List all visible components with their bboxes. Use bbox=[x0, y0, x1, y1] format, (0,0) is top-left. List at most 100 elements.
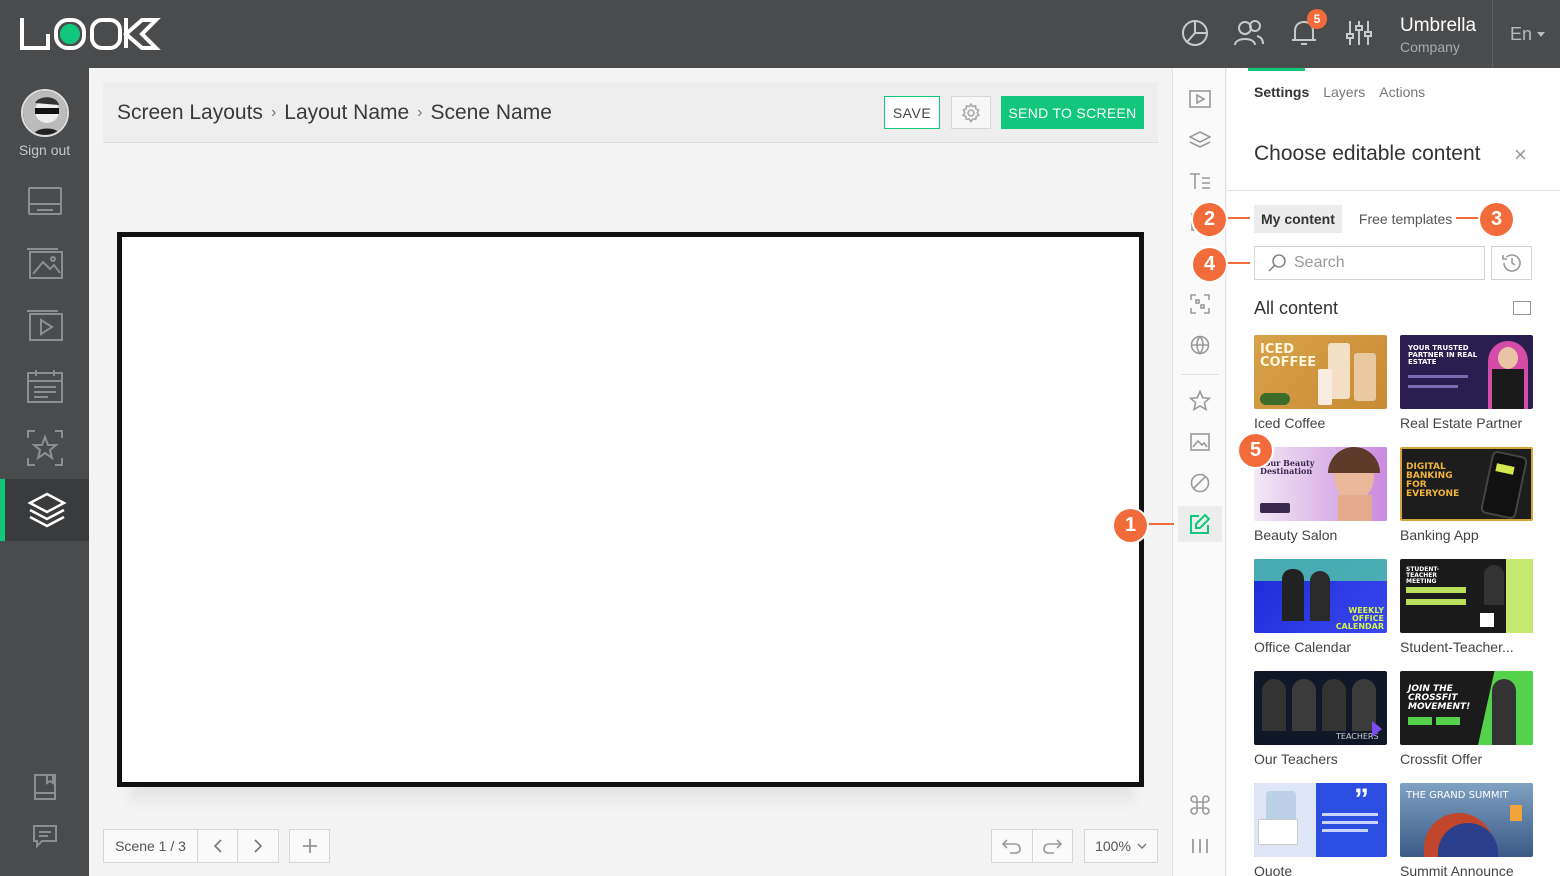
prev-scene-button[interactable] bbox=[198, 830, 238, 862]
analytics-icon[interactable] bbox=[1178, 16, 1212, 50]
tab-settings[interactable]: Settings bbox=[1254, 84, 1309, 100]
edit-icon bbox=[1190, 513, 1211, 534]
thumb-title: JOIN THE CROSSFIT MOVEMENT! bbox=[1408, 684, 1471, 712]
avatar[interactable] bbox=[21, 89, 69, 137]
breadcrumb-screen-layouts[interactable]: Screen Layouts bbox=[117, 101, 263, 125]
content-card-summit[interactable]: THE GRAND SUMMIT Summit Announce bbox=[1400, 783, 1533, 876]
content-card-iced-coffee[interactable]: ICED COFFEE Iced Coffee bbox=[1254, 335, 1387, 431]
callout-connector bbox=[1148, 523, 1174, 525]
content-card-quote[interactable]: ” Quote bbox=[1254, 783, 1387, 876]
look-logo[interactable] bbox=[18, 14, 163, 54]
star-frame-icon bbox=[26, 430, 63, 466]
users-icon[interactable] bbox=[1232, 16, 1266, 50]
recent-button[interactable] bbox=[1491, 246, 1532, 280]
tool-media[interactable] bbox=[1178, 81, 1222, 117]
history-controls bbox=[991, 829, 1073, 863]
sign-out-link[interactable]: Sign out bbox=[0, 142, 89, 158]
free-templates-tab[interactable]: Free templates bbox=[1352, 205, 1459, 233]
card-label: Office Calendar bbox=[1254, 639, 1352, 655]
redo-button[interactable] bbox=[1033, 830, 1073, 862]
tool-text[interactable] bbox=[1178, 163, 1222, 199]
tool-images[interactable] bbox=[1178, 424, 1222, 460]
thumb-title: Your Beauty Destination bbox=[1260, 458, 1315, 476]
close-icon[interactable]: × bbox=[1514, 142, 1527, 168]
globe-icon bbox=[1190, 335, 1210, 355]
tool-shortcuts[interactable] bbox=[1178, 787, 1222, 823]
topbar-divider bbox=[1492, 0, 1493, 68]
chevron-down-icon bbox=[1137, 843, 1147, 849]
tool-qr[interactable] bbox=[1178, 286, 1222, 322]
search-input[interactable] bbox=[1294, 254, 1474, 272]
section-title: All content bbox=[1254, 298, 1339, 318]
callout-connector bbox=[1456, 217, 1480, 219]
nav-schedule[interactable] bbox=[0, 355, 89, 417]
content-card-crossfit[interactable]: JOIN THE CROSSFIT MOVEMENT! Crossfit Off… bbox=[1400, 671, 1533, 767]
card-label: Our Teachers bbox=[1254, 751, 1338, 767]
nav-favorites[interactable] bbox=[0, 417, 89, 479]
send-to-screen-button[interactable]: SEND TO SCREEN bbox=[1001, 96, 1144, 129]
next-scene-button[interactable] bbox=[238, 830, 278, 862]
my-content-tab[interactable]: My content bbox=[1254, 205, 1342, 233]
chat-icon bbox=[32, 825, 57, 849]
settings-button[interactable] bbox=[951, 96, 991, 129]
callout-1: 1 bbox=[1114, 509, 1147, 542]
tool-layers[interactable] bbox=[1178, 122, 1222, 158]
tool-web[interactable] bbox=[1178, 327, 1222, 363]
save-button[interactable]: SAVE bbox=[884, 96, 940, 129]
tool-favorites[interactable] bbox=[1178, 383, 1222, 419]
thumb-title: WEEKLY OFFICE CALENDAR bbox=[1335, 606, 1384, 631]
zoom-value: 100% bbox=[1095, 838, 1131, 854]
tool-strip bbox=[1172, 68, 1226, 876]
redo-icon bbox=[1043, 839, 1063, 854]
panel-tabs: Settings Layers Actions bbox=[1254, 84, 1425, 100]
chevron-right-icon: › bbox=[417, 104, 423, 121]
book-icon bbox=[33, 774, 56, 800]
panel-title: Choose editable content bbox=[1254, 142, 1481, 165]
left-sidebar: Sign out bbox=[0, 68, 89, 876]
thumbnail: TEACHERS bbox=[1254, 671, 1387, 745]
image-icon bbox=[26, 248, 63, 279]
card-label: Quote bbox=[1254, 863, 1293, 876]
scene-navigator: Scene 1 / 3 bbox=[103, 829, 279, 863]
tool-collapse[interactable] bbox=[1178, 828, 1222, 864]
undo-button[interactable] bbox=[992, 830, 1033, 862]
content-card-student-teacher[interactable]: STUDENT-TEACHER MEETING Student-Teacher.… bbox=[1400, 559, 1533, 655]
company-switcher[interactable]: Umbrella Company bbox=[1400, 15, 1476, 55]
plus-icon bbox=[302, 839, 317, 853]
bell-icon[interactable]: 5 bbox=[1287, 9, 1327, 50]
content-card-beauty-salon[interactable]: Your Beauty Destination Beauty Salon bbox=[1254, 447, 1387, 543]
thumbnail: ” bbox=[1254, 783, 1387, 857]
search-icon bbox=[1268, 254, 1286, 272]
thumbnail: Your Beauty Destination bbox=[1254, 447, 1387, 521]
card-label: Summit Announce bbox=[1400, 863, 1514, 876]
tab-actions[interactable]: Actions bbox=[1379, 84, 1425, 100]
nav-screens[interactable] bbox=[0, 171, 89, 233]
callout-connector bbox=[1228, 217, 1250, 219]
view-toggle-icon[interactable] bbox=[1513, 301, 1531, 315]
language-selector[interactable]: En bbox=[1510, 24, 1546, 45]
nav-feedback[interactable] bbox=[0, 805, 89, 867]
content-card-banking-app[interactable]: DIGITAL BANKING FOR EVERYONE Banking App bbox=[1400, 447, 1533, 543]
tool-editable-content[interactable] bbox=[1178, 506, 1222, 542]
thumbnail: WEEKLY OFFICE CALENDAR bbox=[1254, 559, 1387, 633]
thumbnail: THE GRAND SUMMIT bbox=[1400, 783, 1533, 857]
play-icon bbox=[26, 310, 63, 341]
content-source-toggle: My content Free templates bbox=[1254, 205, 1459, 233]
tab-layers[interactable]: Layers bbox=[1323, 84, 1365, 100]
breadcrumb-layout-name[interactable]: Layout Name bbox=[284, 101, 409, 125]
sliders-icon[interactable] bbox=[1342, 16, 1376, 50]
caret-down-icon bbox=[1537, 32, 1546, 37]
image-icon bbox=[1190, 433, 1210, 451]
zoom-select[interactable]: 100% bbox=[1084, 829, 1158, 863]
nav-playlists[interactable] bbox=[0, 294, 89, 356]
thumbnail: ICED COFFEE bbox=[1254, 335, 1387, 409]
nav-media[interactable] bbox=[0, 232, 89, 294]
content-card-real-estate[interactable]: YOUR TRUSTED PARTNER IN REAL ESTATE Real… bbox=[1400, 335, 1533, 431]
nav-layouts[interactable] bbox=[0, 479, 89, 541]
scene-canvas[interactable] bbox=[117, 232, 1144, 787]
content-card-office-calendar[interactable]: WEEKLY OFFICE CALENDAR Office Calendar bbox=[1254, 559, 1387, 655]
content-card-our-teachers[interactable]: TEACHERS Our Teachers bbox=[1254, 671, 1387, 767]
add-scene-button[interactable] bbox=[289, 829, 330, 863]
tool-widgets[interactable] bbox=[1178, 465, 1222, 501]
thumb-title: ICED COFFEE bbox=[1260, 342, 1317, 370]
